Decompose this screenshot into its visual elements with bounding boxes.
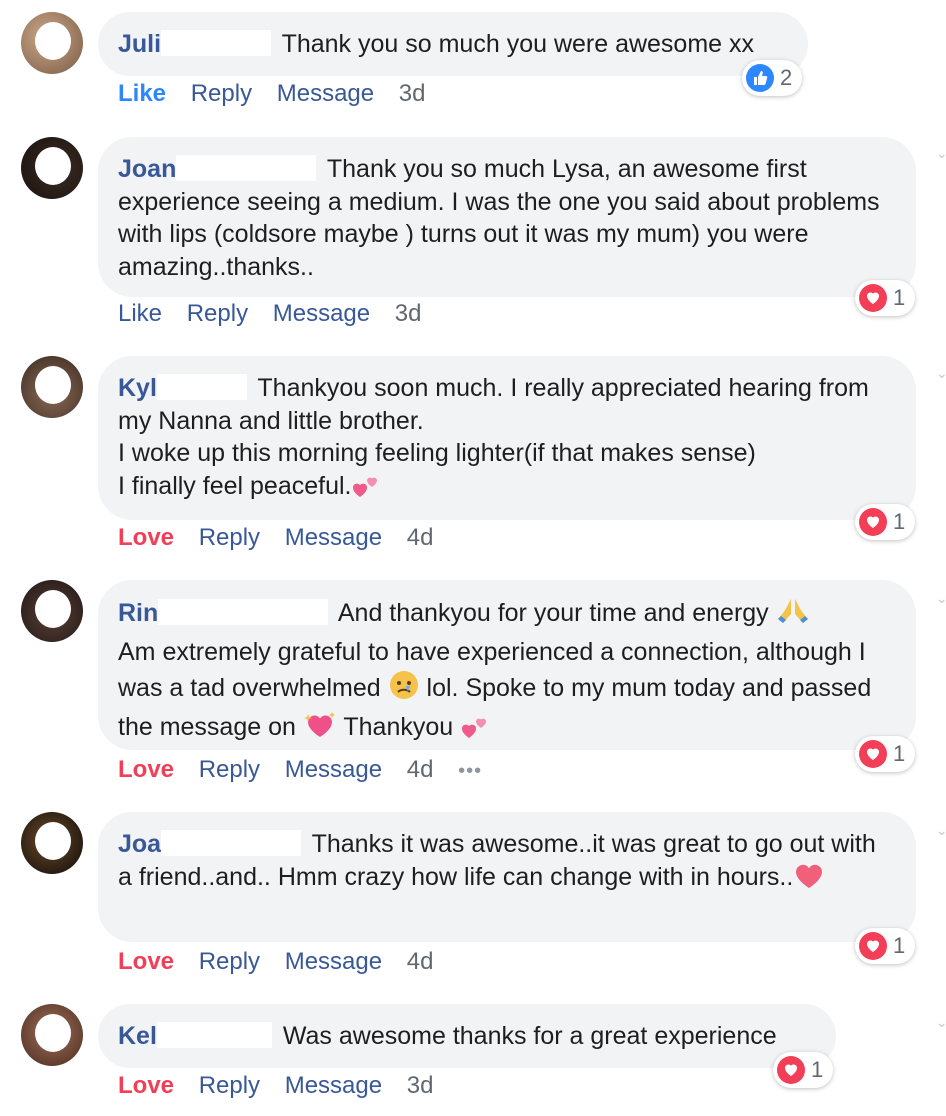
love-button[interactable]: Love (118, 524, 174, 551)
reaction-count[interactable]: 1 (855, 504, 916, 540)
comment-actions: Like Reply Message 3d (118, 300, 440, 328)
comment-text-line: I woke up this morning feeling lighter(i… (118, 439, 756, 467)
reaction-count[interactable]: 1 (855, 928, 916, 964)
message-button[interactable]: Message (285, 524, 382, 551)
comment-author[interactable]: Kel (118, 1022, 157, 1050)
reaction-number: 1 (893, 741, 906, 766)
avatar[interactable] (21, 12, 83, 74)
comment-bubble: Kel Was awesome thanks for a great exper… (98, 1004, 836, 1068)
reaction-count[interactable]: 1 (855, 280, 916, 316)
chevron-down-icon[interactable]: ⌄ (936, 822, 946, 839)
name-redaction (156, 374, 247, 400)
thumbs-up-icon (746, 64, 774, 92)
name-redaction (156, 1022, 272, 1048)
heart-emoji-icon (793, 862, 825, 899)
reply-button[interactable]: Reply (199, 524, 260, 551)
comment-time[interactable]: 3d (399, 80, 426, 107)
reaction-number: 1 (893, 285, 906, 310)
comment-time[interactable]: 4d (407, 524, 434, 551)
reaction-number: 1 (893, 933, 906, 958)
like-button[interactable]: Like (118, 80, 166, 107)
comment-author[interactable]: Kyl (118, 374, 157, 402)
comment-text-line: I finally feel peaceful. (118, 471, 352, 500)
name-redaction (176, 155, 317, 181)
chevron-down-icon[interactable]: ⌄ (936, 590, 946, 607)
sparkling-heart-icon (303, 710, 337, 749)
folded-hands-icon (776, 596, 810, 635)
heart-icon (859, 284, 887, 312)
avatar-redaction (35, 590, 71, 628)
comment-bubble: Juli Thank you so much you were awesome … (98, 12, 808, 76)
name-redaction (161, 30, 272, 56)
avatar-redaction (35, 1014, 71, 1052)
comment-text: Was awesome thanks for a great experienc… (282, 1022, 777, 1050)
two-hearts-icon (351, 473, 381, 508)
comment-time[interactable]: 4d (407, 756, 434, 783)
reply-button[interactable]: Reply (187, 300, 248, 327)
reply-button[interactable]: Reply (199, 948, 260, 975)
heart-icon (859, 508, 887, 536)
comment-author[interactable]: Rin (118, 599, 158, 627)
comment-bubble: Joan Thank you so much Lysa, an awesome … (98, 137, 916, 297)
name-redaction (161, 830, 302, 856)
comment-author[interactable]: Joan (118, 155, 176, 183)
heart-icon (777, 1056, 805, 1084)
comment-bubble: Kyl Thankyou soon much. I really appreci… (98, 356, 916, 520)
reaction-number: 1 (811, 1057, 824, 1082)
reply-button[interactable]: Reply (199, 1072, 260, 1099)
comment-text: And thankyou for your time and energy (337, 599, 769, 627)
heart-icon (859, 740, 887, 768)
comment-actions: Love Reply Message 4d (118, 524, 451, 552)
avatar-redaction (35, 22, 71, 60)
comment-actions: Love Reply Message 4d (118, 948, 451, 976)
comment-text: Thankyou (343, 713, 454, 741)
comment-time[interactable]: 4d (407, 948, 434, 975)
love-button[interactable]: Love (118, 948, 174, 975)
message-button[interactable]: Message (285, 1072, 382, 1099)
avatar[interactable] (21, 812, 83, 874)
comment-author[interactable]: Joa (118, 830, 161, 858)
like-button[interactable]: Like (118, 300, 162, 327)
reaction-number: 1 (893, 509, 906, 534)
comment-actions: Love Reply Message 3d (118, 1072, 451, 1100)
avatar-redaction (35, 822, 71, 860)
comment-actions: Like Reply Message 3d (118, 80, 444, 108)
sad-tear-face-icon (388, 669, 420, 710)
more-options-icon[interactable]: ••• (458, 760, 482, 782)
chevron-down-icon[interactable]: ⌄ (936, 145, 946, 162)
reaction-count[interactable]: 1 (855, 736, 916, 772)
reaction-number: 2 (780, 65, 793, 90)
comment-bubble: Rin And thankyou for your time and energ… (98, 580, 916, 750)
name-redaction (158, 599, 329, 625)
avatar[interactable] (21, 356, 83, 418)
avatar-redaction (35, 366, 71, 404)
avatar[interactable] (21, 1004, 83, 1066)
message-button[interactable]: Message (273, 300, 370, 327)
avatar[interactable] (21, 137, 83, 199)
message-button[interactable]: Message (285, 756, 382, 783)
reply-button[interactable]: Reply (199, 756, 260, 783)
reaction-count[interactable]: 1 (773, 1052, 834, 1088)
comment-time[interactable]: 3d (395, 300, 422, 327)
reply-button[interactable]: Reply (191, 80, 252, 107)
comment-time[interactable]: 3d (407, 1072, 434, 1099)
avatar[interactable] (21, 580, 83, 642)
chevron-down-icon[interactable]: ⌄ (936, 365, 946, 382)
message-button[interactable]: Message (277, 80, 374, 107)
heart-icon (859, 932, 887, 960)
reaction-count[interactable]: 2 (742, 60, 803, 96)
avatar-redaction (35, 147, 71, 185)
message-button[interactable]: Message (285, 948, 382, 975)
love-button[interactable]: Love (118, 1072, 174, 1099)
two-hearts-icon (460, 714, 490, 749)
comment-bubble: Joa Thanks it was awesome..it was great … (98, 812, 916, 942)
chevron-down-icon[interactable]: ⌄ (936, 1014, 946, 1031)
comment-text: Thank you so much you were awesome xx (281, 30, 755, 58)
comment-actions: Love Reply Message 4d ••• (118, 756, 500, 785)
comment-author[interactable]: Juli (118, 30, 161, 58)
love-button[interactable]: Love (118, 756, 174, 783)
